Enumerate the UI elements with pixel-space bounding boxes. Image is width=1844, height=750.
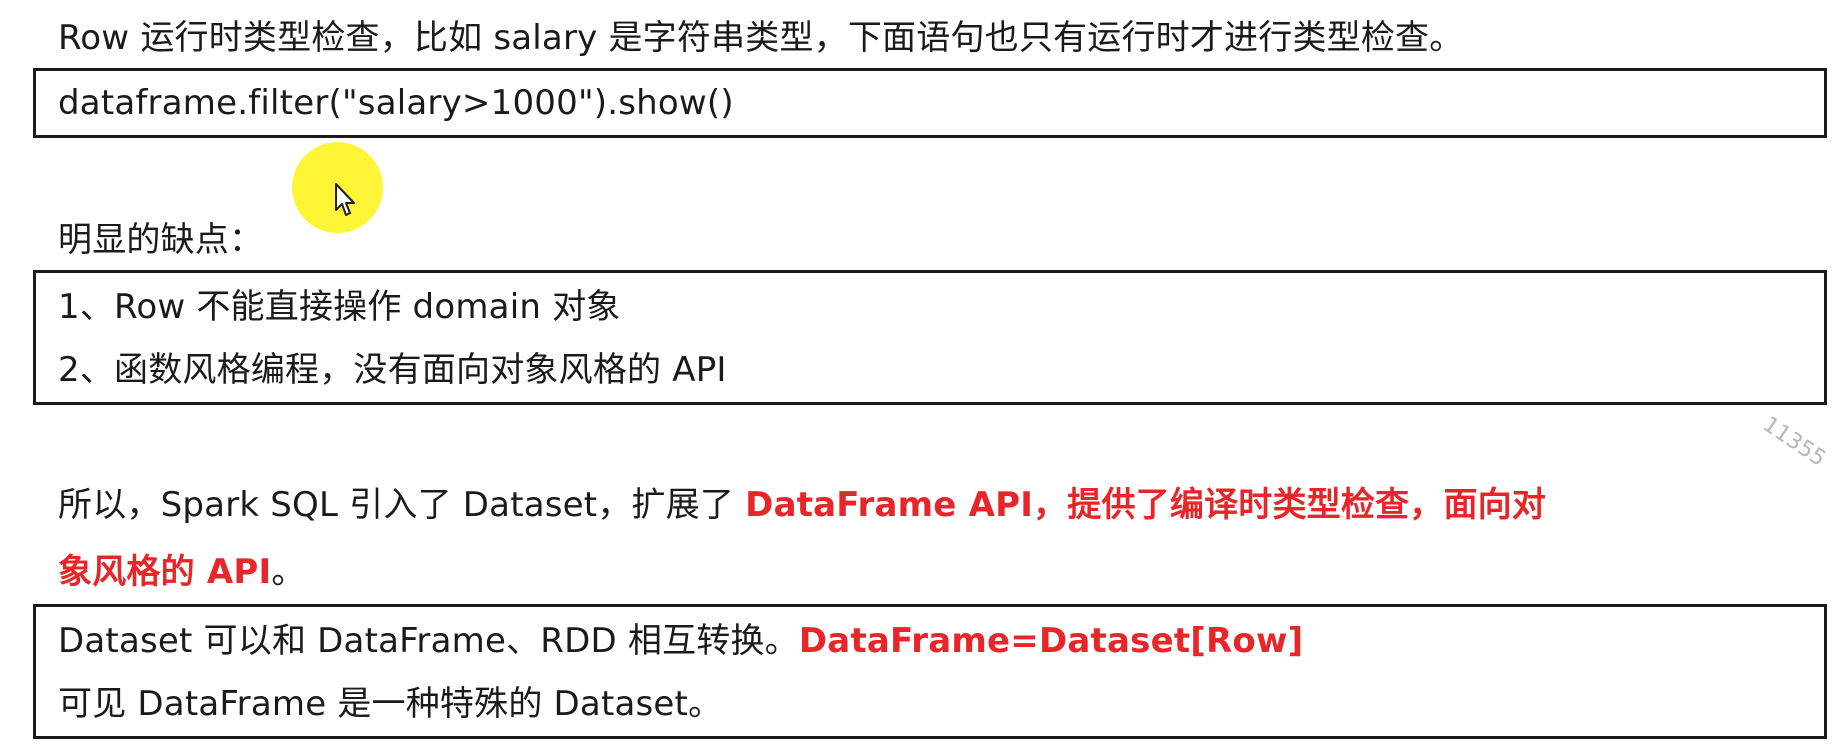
dataframe-equals-dataset-text: DataFrame=Dataset[Row] [798, 621, 1304, 661]
drawbacks-box: 1、Row 不能直接操作 domain 对象 2、函数风格编程，没有面向对象风格… [33, 270, 1827, 405]
conclusion-line-1: 所以，Spark SQL 引入了 Dataset，扩展了 DataFrame A… [58, 483, 1546, 527]
conclusion-highlight-text: DataFrame API，提供了编译时类型检查，面向对 [745, 485, 1547, 525]
code-snippet: dataframe.filter("salary>1000").show() [58, 83, 734, 123]
dataset-conversion-text: Dataset 可以和 DataFrame、RDD 相互转换。 [58, 621, 799, 661]
dataset-box: Dataset 可以和 DataFrame、RDD 相互转换。DataFrame… [33, 604, 1827, 739]
dataset-line-2: 可见 DataFrame 是一种特殊的 Dataset。 [58, 684, 723, 724]
conclusion-plain-text: 所以，Spark SQL 引入了 Dataset，扩展了 [58, 485, 746, 525]
conclusion-highlight-text: 象风格的 API [58, 552, 272, 592]
mouse-pointer-icon [335, 183, 355, 216]
conclusion-plain-text: 。 [271, 552, 306, 592]
watermark-text: 11355 [1758, 412, 1831, 472]
conclusion-line-2: 象风格的 API。 [58, 550, 306, 594]
dataset-line-1: Dataset 可以和 DataFrame、RDD 相互转换。DataFrame… [58, 619, 1303, 663]
runtime-type-check-text: Row 运行时类型检查，比如 salary 是字符串类型，下面语句也只有运行时才… [58, 18, 1464, 58]
drawbacks-heading: 明显的缺点： [58, 220, 264, 260]
code-box: dataframe.filter("salary>1000").show() [33, 68, 1827, 138]
drawback-item: 2、函数风格编程，没有面向对象风格的 API [58, 350, 727, 390]
drawback-item: 1、Row 不能直接操作 domain 对象 [58, 287, 621, 327]
